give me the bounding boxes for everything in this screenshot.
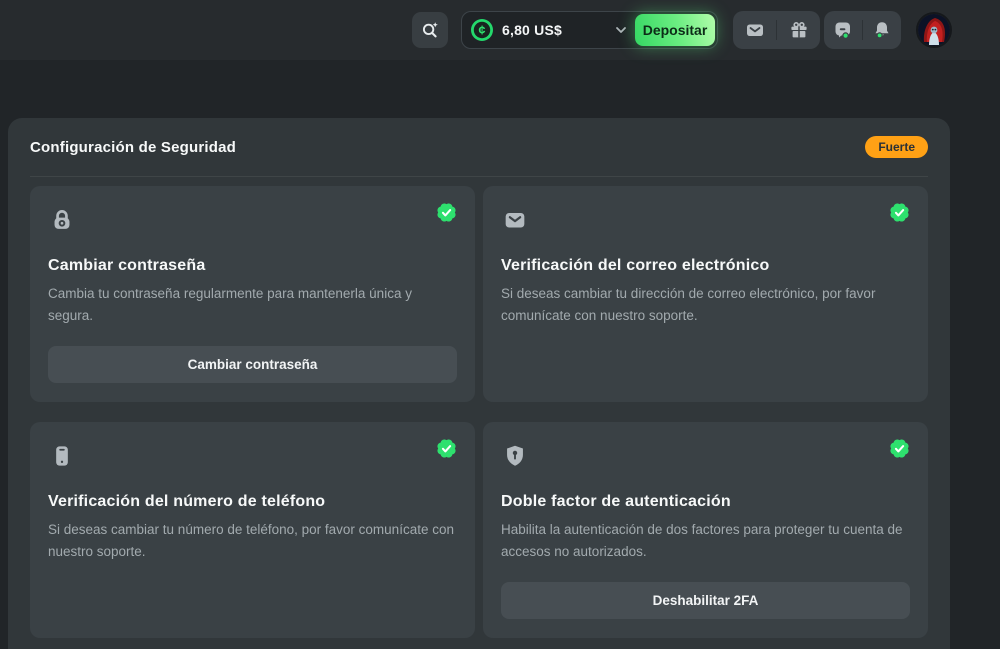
security-settings-panel: Configuración de Seguridad Fuerte Cambia… bbox=[8, 118, 950, 649]
card-description: Si deseas cambiar tu número de teléfono,… bbox=[48, 519, 457, 564]
search-icon bbox=[420, 20, 440, 40]
card-two-factor-auth: Doble factor de autenticación Habilita l… bbox=[483, 422, 928, 638]
password-strength-badge: Fuerte bbox=[865, 136, 928, 158]
security-cards-grid: Cambiar contraseña Cambia tu contraseña … bbox=[30, 186, 928, 638]
card-title: Cambiar contraseña bbox=[48, 257, 457, 275]
lock-icon bbox=[48, 206, 457, 239]
bell-icon[interactable] bbox=[865, 15, 899, 45]
divider bbox=[862, 20, 863, 40]
svg-text:¢: ¢ bbox=[479, 23, 486, 37]
page-title: Configuración de Seguridad bbox=[30, 139, 236, 156]
card-title: Verificación del número de teléfono bbox=[48, 493, 457, 511]
phone-icon bbox=[48, 442, 457, 475]
search-button[interactable] bbox=[412, 12, 448, 48]
card-title: Verificación del correo electrónico bbox=[501, 257, 910, 275]
verified-check-icon bbox=[434, 200, 459, 230]
coin-icon: ¢ bbox=[470, 18, 494, 42]
deposit-button[interactable]: Depositar bbox=[635, 14, 715, 46]
chat-icon[interactable] bbox=[826, 15, 860, 45]
chat-bell-group bbox=[824, 11, 901, 49]
card-description: Habilita la autenticación de dos factore… bbox=[501, 519, 910, 564]
card-description: Cambia tu contraseña regularmente para m… bbox=[48, 283, 457, 328]
mail-gift-group bbox=[733, 11, 820, 49]
card-description: Si deseas cambiar tu dirección de correo… bbox=[501, 283, 910, 328]
topbar: ¢ 6,80 US$ Depositar bbox=[0, 0, 1000, 60]
wallet-selector[interactable]: ¢ 6,80 US$ Depositar bbox=[461, 11, 718, 49]
shield-icon bbox=[501, 442, 910, 475]
wallet-balance: 6,80 US$ bbox=[502, 22, 562, 38]
divider bbox=[30, 176, 928, 177]
chevron-down-icon bbox=[615, 26, 627, 34]
user-avatar[interactable] bbox=[916, 12, 952, 48]
card-change-password: Cambiar contraseña Cambia tu contraseña … bbox=[30, 186, 475, 402]
card-title: Doble factor de autenticación bbox=[501, 493, 910, 511]
card-phone-verification: Verificación del número de teléfono Si d… bbox=[30, 422, 475, 638]
envelope-icon bbox=[501, 206, 910, 239]
verified-check-icon bbox=[887, 436, 912, 466]
envelope-icon[interactable] bbox=[738, 15, 772, 45]
card-email-verification: Verificación del correo electrónico Si d… bbox=[483, 186, 928, 402]
divider bbox=[776, 20, 777, 40]
gift-icon[interactable] bbox=[782, 15, 816, 45]
verified-check-icon bbox=[434, 436, 459, 466]
change-password-button[interactable]: Cambiar contraseña bbox=[48, 346, 457, 383]
panel-header: Configuración de Seguridad Fuerte bbox=[30, 118, 928, 176]
verified-check-icon bbox=[887, 200, 912, 230]
disable-2fa-button[interactable]: Deshabilitar 2FA bbox=[501, 582, 910, 619]
